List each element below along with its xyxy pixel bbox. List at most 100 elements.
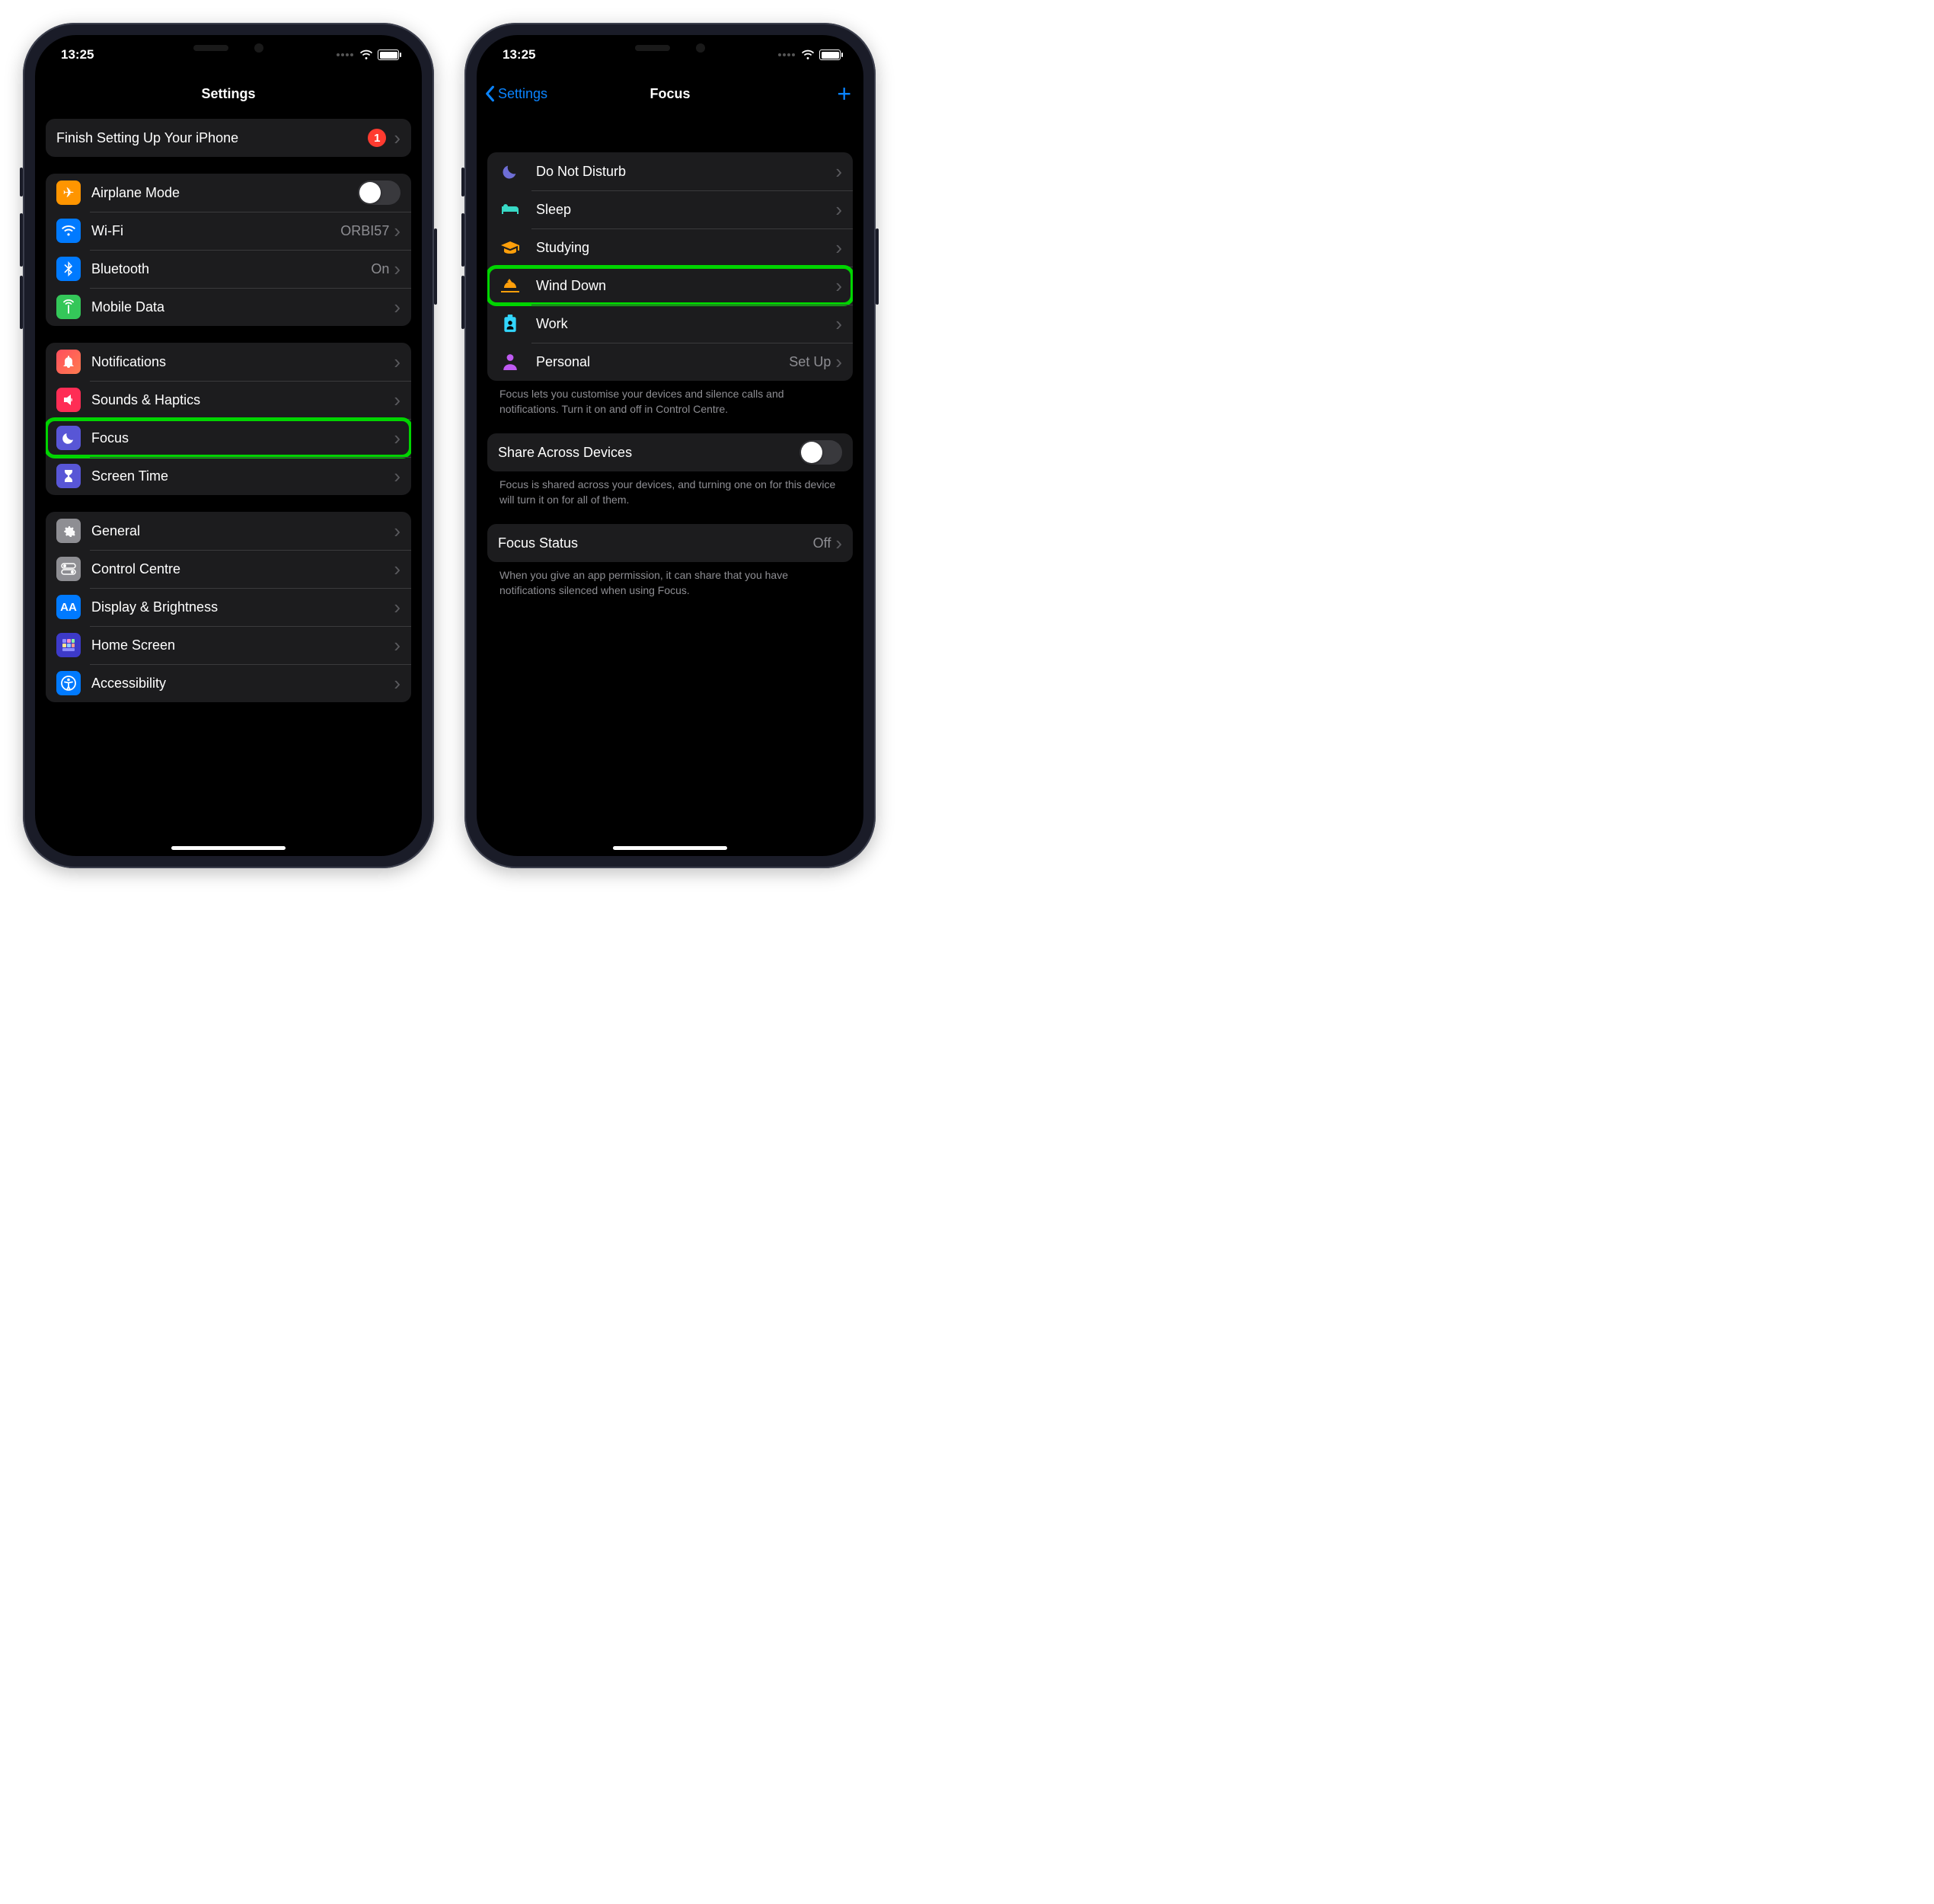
row-label: Do Not Disturb xyxy=(536,164,835,180)
chevron-right-icon: › xyxy=(835,314,842,334)
chevron-right-icon: › xyxy=(835,533,842,553)
moon-icon xyxy=(498,163,522,180)
row-personal[interactable]: Personal Set Up › xyxy=(487,343,853,381)
status-time: 13:25 xyxy=(503,47,535,62)
chevron-right-icon: › xyxy=(394,259,401,279)
row-wind-down[interactable]: Wind Down › xyxy=(487,267,853,305)
chevron-right-icon: › xyxy=(835,276,842,296)
row-value: Set Up xyxy=(789,354,831,370)
row-label: Sounds & Haptics xyxy=(91,392,394,408)
row-control-centre[interactable]: Control Centre › xyxy=(46,550,411,588)
page-title: Focus xyxy=(649,86,690,102)
add-focus-button[interactable]: + xyxy=(837,81,851,106)
badge-icon xyxy=(498,315,522,333)
sunset-icon xyxy=(498,278,522,293)
row-work[interactable]: Work › xyxy=(487,305,853,343)
chevron-right-icon: › xyxy=(394,297,401,317)
chevron-right-icon: › xyxy=(394,221,401,241)
nav-bar: Settings Focus + xyxy=(477,75,863,113)
chevron-right-icon: › xyxy=(394,466,401,486)
row-label: Display & Brightness xyxy=(91,599,394,615)
chevron-right-icon: › xyxy=(394,390,401,410)
chevron-right-icon: › xyxy=(394,673,401,693)
back-button[interactable]: Settings xyxy=(484,85,547,102)
chevron-right-icon: › xyxy=(394,128,401,148)
share-toggle[interactable] xyxy=(799,440,842,465)
home-indicator[interactable] xyxy=(171,846,286,850)
sound-icon xyxy=(56,388,81,412)
row-label: Notifications xyxy=(91,354,394,370)
row-airplane-mode[interactable]: ✈︎ Airplane Mode xyxy=(46,174,411,212)
group-general: General › Control Centre › AA Display & … xyxy=(46,512,411,702)
row-label: Sleep xyxy=(536,202,835,218)
chevron-right-icon: › xyxy=(394,559,401,579)
row-label: Mobile Data xyxy=(91,299,394,315)
row-screen-time[interactable]: Screen Time › xyxy=(46,457,411,495)
row-focus-status[interactable]: Focus Status Off › xyxy=(487,524,853,562)
antenna-icon xyxy=(56,295,81,319)
group-focus-status: Focus Status Off › xyxy=(487,524,853,562)
bed-icon xyxy=(498,203,522,216)
moon-icon xyxy=(56,426,81,450)
settings-content[interactable]: Finish Setting Up Your iPhone 1 › ✈︎ Air… xyxy=(35,113,422,856)
wifi-settings-icon xyxy=(56,219,81,243)
battery-icon xyxy=(819,50,841,60)
chevron-right-icon: › xyxy=(835,238,842,257)
group-focus-modes: Do Not Disturb › Sleep › Studying › xyxy=(487,152,853,381)
row-sounds-haptics[interactable]: Sounds & Haptics › xyxy=(46,381,411,419)
group-share: Share Across Devices xyxy=(487,433,853,471)
row-label: Home Screen xyxy=(91,637,394,653)
row-home-screen[interactable]: Home Screen › xyxy=(46,626,411,664)
wifi-icon xyxy=(359,50,373,60)
row-label: Wind Down xyxy=(536,278,835,294)
notch xyxy=(160,35,297,61)
bluetooth-icon xyxy=(56,257,81,281)
row-do-not-disturb[interactable]: Do Not Disturb › xyxy=(487,152,853,190)
chevron-right-icon: › xyxy=(835,352,842,372)
footer-focus-info: Focus lets you customise your devices an… xyxy=(487,381,853,417)
row-label: General xyxy=(91,523,394,539)
recording-indicator-icon xyxy=(337,53,353,56)
nav-bar: Settings xyxy=(35,75,422,113)
group-notifications: Notifications › Sounds & Haptics › Focus… xyxy=(46,343,411,495)
toggles-icon xyxy=(56,557,81,581)
row-label: Finish Setting Up Your iPhone xyxy=(56,130,368,146)
home-indicator[interactable] xyxy=(613,846,727,850)
row-notifications[interactable]: Notifications › xyxy=(46,343,411,381)
row-mobile-data[interactable]: Mobile Data › xyxy=(46,288,411,326)
row-label: Personal xyxy=(536,354,789,370)
graduation-cap-icon xyxy=(498,240,522,255)
row-display-brightness[interactable]: AA Display & Brightness › xyxy=(46,588,411,626)
chevron-right-icon: › xyxy=(394,428,401,448)
back-label: Settings xyxy=(498,86,547,102)
focus-content[interactable]: Do Not Disturb › Sleep › Studying › xyxy=(477,113,863,856)
recording-indicator-icon xyxy=(778,53,795,56)
chevron-right-icon: › xyxy=(394,597,401,617)
airplane-toggle[interactable] xyxy=(358,180,401,205)
status-right xyxy=(778,50,841,60)
text-size-icon: AA xyxy=(56,595,81,619)
chevron-right-icon: › xyxy=(394,521,401,541)
row-label: Screen Time xyxy=(91,468,394,484)
row-label: Bluetooth xyxy=(91,261,371,277)
accessibility-icon xyxy=(56,671,81,695)
row-focus[interactable]: Focus › xyxy=(46,419,411,457)
row-wifi[interactable]: Wi-Fi ORBI57 › xyxy=(46,212,411,250)
row-sleep[interactable]: Sleep › xyxy=(487,190,853,228)
screen-right: 13:25 Settings Focus + Do xyxy=(477,35,863,856)
footer-status-info: When you give an app permission, it can … xyxy=(487,562,853,598)
status-time: 13:25 xyxy=(61,47,94,62)
row-share-across-devices[interactable]: Share Across Devices xyxy=(487,433,853,471)
row-accessibility[interactable]: Accessibility › xyxy=(46,664,411,702)
row-value: On xyxy=(371,261,389,277)
row-finish-setup[interactable]: Finish Setting Up Your iPhone 1 › xyxy=(46,119,411,157)
group-finish-setup: Finish Setting Up Your iPhone 1 › xyxy=(46,119,411,157)
row-bluetooth[interactable]: Bluetooth On › xyxy=(46,250,411,288)
row-label: Wi-Fi xyxy=(91,223,340,239)
row-label: Focus xyxy=(91,430,394,446)
row-label: Share Across Devices xyxy=(498,445,799,461)
chevron-right-icon: › xyxy=(835,161,842,181)
row-general[interactable]: General › xyxy=(46,512,411,550)
row-studying[interactable]: Studying › xyxy=(487,228,853,267)
gear-icon xyxy=(56,519,81,543)
